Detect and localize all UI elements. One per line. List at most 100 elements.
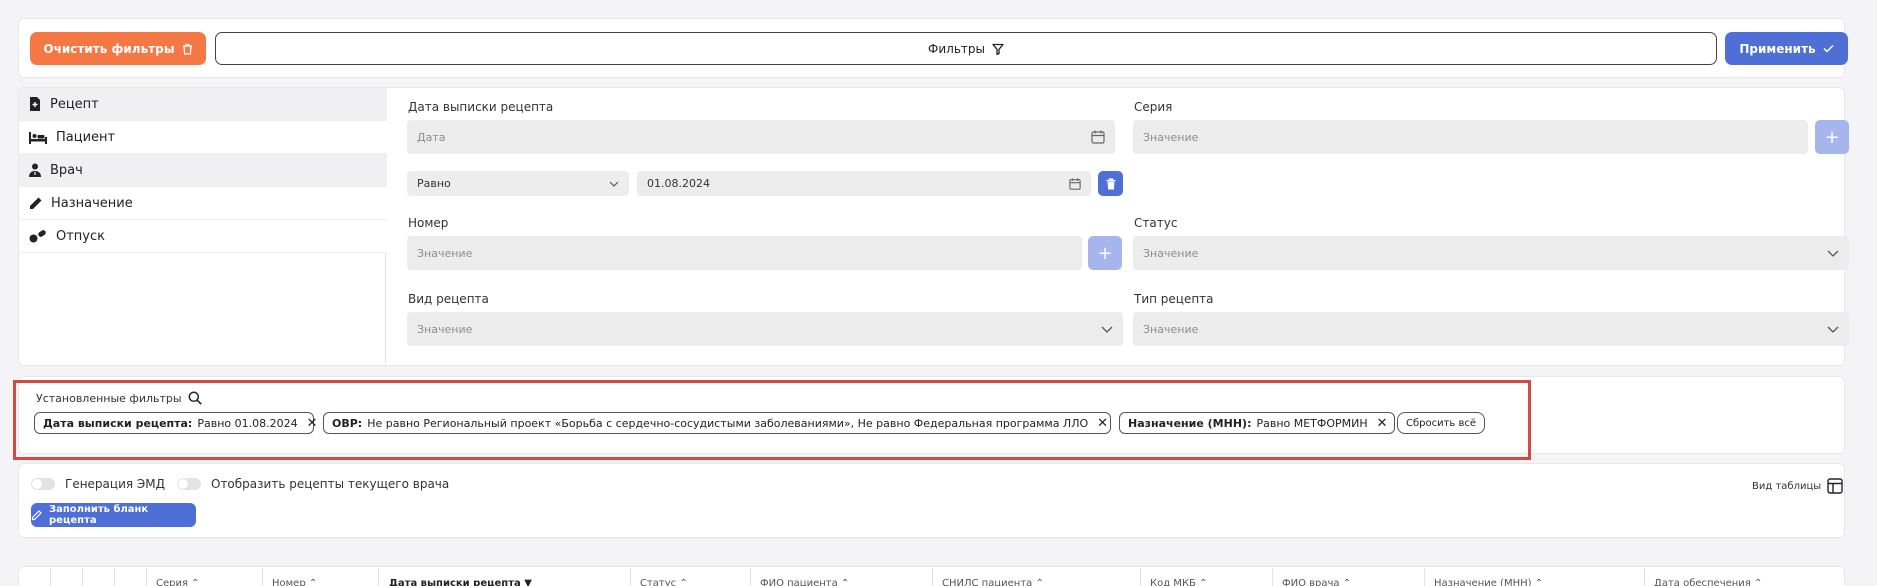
column-header-patient-snils[interactable]: СНИЛС пациента ⌃ bbox=[942, 578, 1044, 586]
chevron-down-icon bbox=[609, 181, 619, 187]
sidebar-item-recipe[interactable]: Рецепт bbox=[19, 88, 387, 121]
pencil-icon bbox=[31, 509, 42, 521]
current-doctor-label: Отобразить рецепты текущего врача bbox=[211, 477, 450, 491]
column-header-date[interactable]: Дата выписки рецепта ▼ bbox=[389, 578, 532, 586]
emd-generation-label: Генерация ЭМД bbox=[65, 477, 166, 491]
number-placeholder: Значение bbox=[417, 246, 473, 260]
reset-all-button[interactable]: Сбросить всё bbox=[1397, 412, 1485, 434]
column-header-series[interactable]: Серия ⌃ bbox=[156, 578, 200, 586]
column-divider bbox=[1644, 568, 1645, 586]
column-header-label: СНИЛС пациента bbox=[942, 578, 1033, 586]
close-icon[interactable]: ✕ bbox=[307, 416, 318, 431]
sidebar: Рецепт Пациент Врач Назначение Отпуск bbox=[19, 88, 387, 258]
series-placeholder: Значение bbox=[1143, 130, 1199, 144]
filter-chip-date: Дата выписки рецепта: Равно 01.08.2024 ✕ bbox=[34, 412, 318, 434]
sidebar-item-doctor[interactable]: Врач bbox=[19, 154, 387, 187]
filter-chip-key: ОВР: bbox=[332, 416, 363, 430]
sidebar-item-label: Пациент bbox=[56, 129, 116, 145]
add-number-button[interactable]: + bbox=[1088, 236, 1122, 270]
column-divider bbox=[146, 568, 147, 586]
column-header-label: Дата выписки рецепта bbox=[389, 578, 521, 586]
column-divider bbox=[1140, 568, 1141, 586]
plus-icon: + bbox=[1824, 126, 1840, 148]
status-select[interactable]: Значение bbox=[1133, 236, 1849, 270]
recipe-kind-select[interactable]: Значение bbox=[407, 312, 1123, 346]
doctor-icon bbox=[29, 163, 41, 177]
column-header-supply-date[interactable]: Дата обеспечения ⌃ bbox=[1654, 578, 1762, 586]
filter-chip-value: Равно 01.08.2024 bbox=[197, 416, 298, 430]
column-divider bbox=[932, 568, 933, 586]
close-icon[interactable]: ✕ bbox=[1097, 416, 1108, 431]
calendar-icon[interactable] bbox=[1091, 130, 1105, 144]
column-divider bbox=[262, 568, 263, 586]
column-header-label: Дата обеспечения bbox=[1654, 578, 1751, 586]
number-label: Номер bbox=[408, 216, 449, 230]
table-layout-icon bbox=[1827, 478, 1843, 494]
column-header-assignment[interactable]: Назначение (МНН) ⌃ bbox=[1434, 578, 1543, 586]
column-header-label: Серия bbox=[156, 578, 188, 586]
options-panel bbox=[18, 463, 1845, 538]
date-issued-input[interactable]: Дата bbox=[407, 120, 1115, 154]
sidebar-item-assignment[interactable]: Назначение bbox=[19, 187, 387, 220]
search-icon[interactable] bbox=[188, 391, 202, 405]
status-placeholder: Значение bbox=[1143, 246, 1199, 260]
filter-chip-assignment: Назначение (МНН): Равно МЕТФОРМИН ✕ bbox=[1119, 412, 1395, 434]
column-divider bbox=[630, 568, 631, 586]
sidebar-item-label: Назначение bbox=[51, 195, 133, 211]
sidebar-item-dispense[interactable]: Отпуск bbox=[19, 220, 387, 253]
recipe-type-label: Тип рецепта bbox=[1134, 292, 1214, 306]
column-divider bbox=[50, 568, 51, 586]
apply-button[interactable]: Применить bbox=[1725, 32, 1848, 65]
table-view-button[interactable]: Вид таблицы bbox=[1752, 478, 1843, 494]
clear-filters-button[interactable]: Очистить фильтры bbox=[30, 32, 206, 65]
emd-generation-toggle[interactable] bbox=[31, 478, 55, 490]
chevron-down-icon bbox=[1827, 250, 1839, 257]
check-icon bbox=[1823, 44, 1834, 53]
add-series-button[interactable]: + bbox=[1815, 120, 1849, 154]
column-header-doctor-name[interactable]: ФИО врача ⌃ bbox=[1282, 578, 1351, 586]
sidebar-item-patient[interactable]: Пациент bbox=[19, 121, 387, 154]
date-condition-value: Равно bbox=[417, 177, 451, 190]
plus-icon: + bbox=[1097, 242, 1113, 264]
series-input[interactable]: Значение bbox=[1133, 120, 1808, 154]
column-header-patient-name[interactable]: ФИО пациента ⌃ bbox=[760, 578, 849, 586]
column-divider bbox=[82, 568, 83, 586]
column-divider bbox=[750, 568, 751, 586]
column-header-icd-code[interactable]: Код МКБ ⌃ bbox=[1150, 578, 1207, 586]
column-divider bbox=[114, 568, 115, 586]
trash-icon bbox=[182, 43, 193, 55]
date-condition-select[interactable]: Равно bbox=[407, 171, 629, 196]
number-input[interactable]: Значение bbox=[407, 236, 1082, 270]
funnel-icon bbox=[992, 43, 1004, 55]
patient-icon bbox=[29, 131, 47, 144]
chevron-down-icon bbox=[1101, 326, 1113, 333]
date-value-input[interactable]: 01.08.2024 bbox=[637, 171, 1091, 196]
column-header-label: ФИО врача bbox=[1282, 578, 1340, 586]
column-header-number[interactable]: Номер ⌃ bbox=[272, 578, 317, 586]
clear-filters-label: Очистить фильтры bbox=[43, 41, 175, 56]
pills-icon bbox=[29, 229, 47, 243]
status-label: Статус bbox=[1134, 216, 1178, 230]
filter-chip-value: Не равно Региональный проект «Борьба с с… bbox=[367, 416, 1089, 430]
close-icon[interactable]: ✕ bbox=[1377, 416, 1388, 431]
column-divider bbox=[1272, 568, 1273, 586]
recipe-kind-placeholder: Значение bbox=[417, 322, 473, 336]
recipe-kind-label: Вид рецепта bbox=[408, 292, 489, 306]
filter-chip-key: Назначение (МНН): bbox=[1128, 416, 1252, 430]
current-doctor-toggle[interactable] bbox=[177, 478, 201, 490]
filters-toggle-button[interactable]: Фильтры bbox=[215, 32, 1717, 65]
filter-chip-value: Равно МЕТФОРМИН bbox=[1256, 416, 1368, 430]
apply-label: Применить bbox=[1739, 41, 1816, 56]
recipe-type-select[interactable]: Значение bbox=[1133, 312, 1849, 346]
chevron-down-icon bbox=[1827, 326, 1839, 333]
delete-date-condition-button[interactable] bbox=[1098, 171, 1123, 196]
reset-all-label: Сбросить всё bbox=[1405, 417, 1477, 429]
pencil-icon bbox=[29, 197, 42, 210]
column-header-status[interactable]: Статус ⌃ bbox=[640, 578, 688, 586]
sidebar-item-label: Рецепт bbox=[50, 96, 99, 112]
calendar-icon[interactable] bbox=[1069, 177, 1081, 190]
applied-filters-title: Установленные фильтры bbox=[36, 391, 202, 405]
column-divider bbox=[1424, 568, 1425, 586]
fill-form-button[interactable]: Заполнить бланк рецепта bbox=[31, 503, 196, 527]
column-divider bbox=[378, 568, 379, 586]
